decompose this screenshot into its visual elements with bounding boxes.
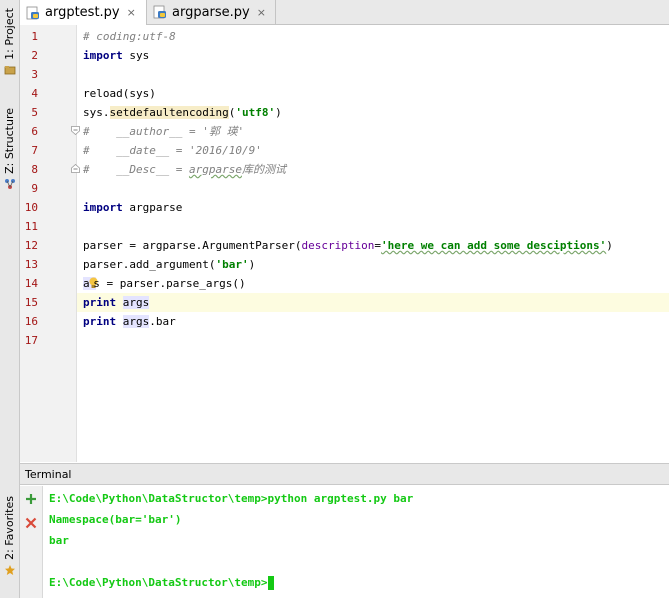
code-text: s = parser.parse_args()	[93, 277, 246, 290]
code-line-14: ars = parser.parse_args()	[77, 274, 669, 293]
keyword: print	[83, 315, 117, 328]
line-number: 5	[31, 106, 38, 119]
code-line-5: sys.setdefaultencoding('utf8')	[77, 103, 669, 122]
variable-highlight: args	[122, 315, 150, 328]
line-number: 3	[31, 68, 38, 81]
line-number: 7	[31, 144, 38, 157]
comment-text-typo: argparse	[188, 163, 242, 176]
line-number: 15	[24, 296, 38, 309]
code-line-13: parser.add_argument('bar')	[77, 255, 669, 274]
terminal-header[interactable]: Terminal	[20, 463, 669, 485]
code-text: sys	[122, 49, 150, 62]
code-line-1: # coding:utf-8	[77, 27, 669, 46]
close-session-icon[interactable]	[25, 517, 37, 529]
code-text: )	[248, 258, 256, 271]
string-literal: 'utf8'	[235, 106, 276, 119]
tab-argptest-label: argptest.py	[45, 5, 120, 20]
line-number: 11	[24, 220, 38, 233]
code-editor[interactable]: # coding:utf-8 import sys reload(sys) sy…	[77, 25, 669, 462]
editor-tab-bar: argptest.py × argparse.py ×	[20, 0, 669, 25]
structure-tool-tab[interactable]: Z: Structure	[0, 108, 19, 193]
terminal-output[interactable]: E:\Code\Python\DataStructor\temp>python …	[43, 486, 669, 598]
terminal-prompt: E:\Code\Python\DataStructor\temp>	[49, 576, 268, 589]
close-icon[interactable]: ×	[257, 6, 266, 19]
variable-highlight: args	[122, 296, 150, 309]
code-line-4: reload(sys)	[77, 84, 669, 103]
keyword: print	[83, 296, 117, 309]
terminal-title: Terminal	[25, 468, 72, 481]
line-number: 2	[31, 49, 38, 62]
terminal-cursor	[267, 576, 274, 590]
favorites-tool-label: 2: Favorites	[3, 496, 16, 560]
close-icon[interactable]: ×	[127, 6, 136, 19]
highlighted-function: setdefaultencoding	[109, 106, 229, 119]
comment-text: 库的测试	[241, 163, 286, 176]
code-line-8: # __Desc__ = argparse库的测试	[77, 160, 669, 179]
keyword: import	[83, 49, 123, 62]
left-tool-sidebar: 1: Project Z: Structure 2: Favorites	[0, 0, 20, 598]
project-tool-label: 1: Project	[3, 8, 16, 60]
structure-icon	[4, 178, 15, 189]
comment-text: # coding:utf-8	[83, 30, 176, 43]
code-text: .bar	[149, 315, 176, 328]
parameter-name: description	[301, 239, 375, 252]
code-text: parser.add_argument(	[83, 258, 216, 271]
tab-argparse[interactable]: argparse.py ×	[147, 0, 276, 24]
line-number: 17	[24, 334, 38, 347]
code-line-15: print args	[77, 293, 669, 312]
tab-argparse-label: argparse.py	[172, 4, 250, 20]
comment-text: # __Desc__ =	[83, 163, 189, 176]
line-number: 6	[31, 125, 38, 138]
code-line-2: import sys	[77, 46, 669, 65]
terminal-line: E:\Code\Python\DataStructor\temp>python …	[49, 492, 414, 505]
star-icon	[4, 564, 15, 575]
line-number: 10	[24, 201, 38, 214]
terminal-toolbar	[20, 486, 43, 598]
editor-gutter[interactable]: 1 2 3 4 5 6 7 8 9 10 11 12 13 14 15 16 1…	[20, 25, 77, 462]
code-text: sys.	[83, 106, 110, 119]
new-session-icon[interactable]	[25, 493, 37, 505]
favorites-tool-tab[interactable]: 2: Favorites	[0, 496, 19, 579]
code-line-7: # __date__ = '2016/10/9'	[77, 141, 669, 160]
line-number: 13	[24, 258, 38, 271]
tab-argptest[interactable]: argptest.py ×	[20, 0, 147, 25]
line-number: 9	[31, 182, 38, 195]
python-file-icon	[153, 5, 167, 19]
keyword: import	[83, 201, 123, 214]
line-number: 12	[24, 239, 38, 252]
code-text: )	[275, 106, 282, 119]
comment-text: # __date__ = '2016/10/9'	[83, 144, 262, 157]
code-line-6: # __author__ = '郭 瑛'	[77, 122, 669, 141]
project-tool-tab[interactable]: 1: Project	[0, 8, 19, 79]
line-number: 4	[31, 87, 38, 100]
code-text: parser = argparse.ArgumentParser(	[83, 239, 302, 252]
structure-tool-label: Z: Structure	[3, 108, 16, 174]
line-number: 16	[24, 315, 38, 328]
string-literal: 'here we can add some desciptions'	[381, 239, 607, 252]
code-line-16: print args.bar	[77, 312, 669, 331]
code-text: reload(sys)	[83, 87, 156, 100]
code-text: argparse	[122, 201, 183, 214]
terminal-prompt-line: E:\Code\Python\DataStructor\temp>	[49, 573, 274, 593]
code-line-12: parser = argparse.ArgumentParser(descrip…	[77, 236, 669, 255]
terminal-line: Namespace(bar='bar')	[49, 513, 182, 526]
terminal-line: bar	[49, 534, 69, 547]
code-line-10: import argparse	[77, 198, 669, 217]
line-number: 8	[31, 163, 38, 176]
folder-icon	[4, 65, 15, 75]
line-number: 14	[24, 277, 38, 290]
code-text: )	[606, 239, 613, 252]
python-file-icon	[26, 6, 40, 20]
line-number: 1	[31, 30, 38, 43]
comment-text: # __author__ = '郭 瑛'	[83, 125, 245, 138]
string-literal: 'bar'	[215, 258, 249, 271]
